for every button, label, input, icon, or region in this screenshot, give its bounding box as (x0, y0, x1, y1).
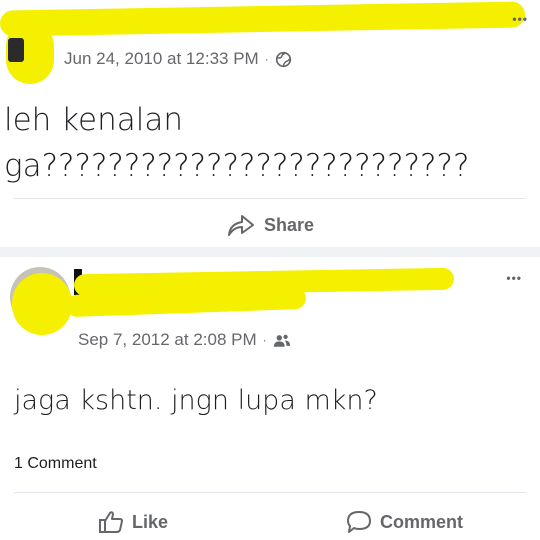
share-label: Share (264, 214, 315, 235)
post-timestamp[interactable]: Jun 24, 2010 at 12:33 PM (64, 49, 259, 69)
post-text-line: ga?????????????????????????? (4, 148, 470, 184)
globe-icon[interactable] (275, 51, 292, 68)
post-2: ••• Sep 7, 2012 at 2:08 PM · jaga kshtn.… (0, 257, 540, 540)
more-options-button[interactable]: ••• (512, 12, 528, 26)
section-separator (0, 247, 540, 257)
post-meta: Sep 7, 2012 at 2:08 PM · (78, 330, 291, 350)
post-1: ••• Jun 24, 2010 at 12:33 PM · leh kenal… (0, 0, 540, 250)
post-text-line: leh kenalan (4, 102, 184, 138)
divider (14, 492, 526, 493)
post-meta: Jun 24, 2010 at 12:33 PM · (64, 49, 292, 69)
comment-count[interactable]: 1 Comment (14, 455, 97, 473)
post-timestamp[interactable]: Sep 7, 2012 at 2:08 PM (78, 330, 257, 350)
comment-icon (346, 510, 372, 534)
meta-separator: · (262, 333, 267, 347)
share-icon (226, 212, 256, 238)
thumbs-up-icon (98, 510, 124, 534)
comment-button[interactable]: Comment (346, 510, 463, 534)
post-text: jaga kshtn. jngn lupa mkn? (14, 385, 378, 416)
redaction-mark (12, 273, 72, 335)
like-button[interactable]: Like (98, 510, 168, 534)
friends-icon[interactable] (273, 333, 291, 348)
post-text: leh kenalan ga?????????????????????????? (4, 97, 469, 189)
redaction-mark (0, 1, 526, 37)
like-label: Like (132, 511, 169, 532)
meta-separator: · (264, 52, 269, 66)
divider (14, 198, 526, 199)
comment-label: Comment (380, 511, 464, 532)
share-button[interactable]: Share (226, 212, 314, 238)
more-options-button[interactable]: ••• (506, 271, 522, 285)
avatar[interactable] (8, 38, 24, 62)
